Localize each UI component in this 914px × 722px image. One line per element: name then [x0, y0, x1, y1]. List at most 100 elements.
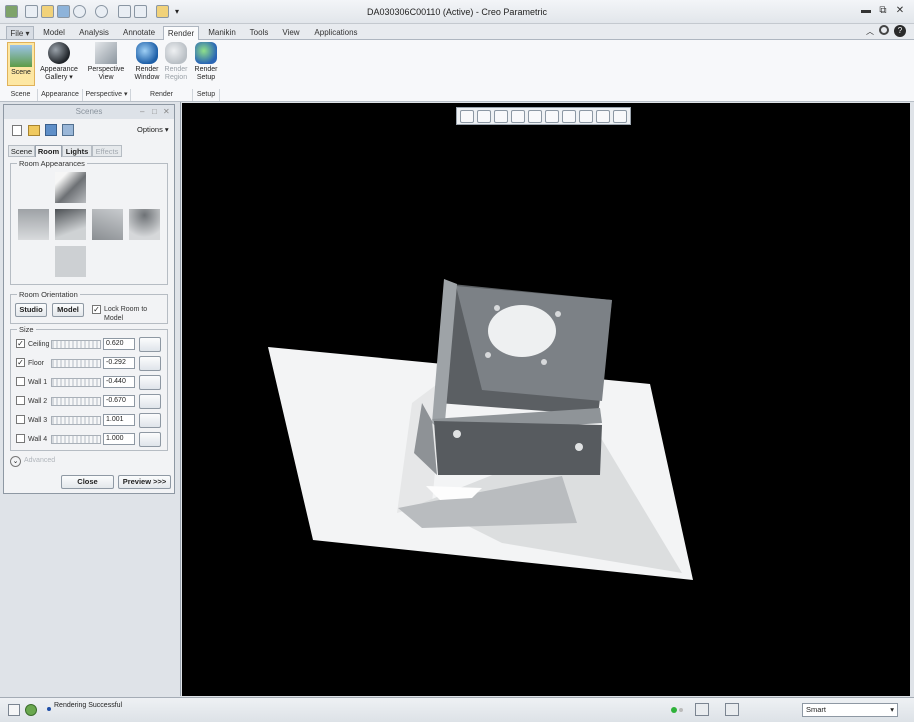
group-scene: Scene: [10, 91, 31, 98]
tab-annotate[interactable]: Annotate: [118, 26, 160, 40]
zoom-in-icon[interactable]: [477, 110, 491, 123]
wall3-slider[interactable]: [51, 416, 101, 425]
model-button[interactable]: Model: [52, 303, 84, 317]
perspective-icon: [95, 42, 117, 64]
ceiling-pick-button[interactable]: [139, 337, 161, 352]
help-icon[interactable]: ?: [894, 25, 906, 37]
advanced-label: Advanced: [24, 457, 56, 464]
wall1-value[interactable]: -0.440: [103, 376, 135, 388]
appearance-gallery-button[interactable]: Appearance Gallery ▾: [38, 42, 80, 82]
wall3-pick-button[interactable]: [139, 413, 161, 428]
tab-view[interactable]: View: [277, 26, 305, 40]
dialog-close-icon[interactable]: ✕: [163, 107, 170, 116]
wall2-slider[interactable]: [51, 397, 101, 406]
tab-render[interactable]: Render: [163, 26, 199, 40]
ceiling-value[interactable]: 0.620: [103, 338, 135, 350]
collapse-ribbon-icon[interactable]: ︿: [866, 26, 874, 37]
tab-analysis[interactable]: Analysis: [74, 26, 114, 40]
options-menu[interactable]: Options ▾: [137, 125, 169, 134]
display-style-icon[interactable]: [528, 110, 542, 123]
perspective-toggle-icon[interactable]: [579, 110, 593, 123]
wall-front-appearance-swatch[interactable]: [55, 246, 86, 277]
selection-filter-icon[interactable]: [725, 703, 739, 716]
refit-icon[interactable]: [460, 110, 474, 123]
group-setup: Setup: [192, 89, 220, 101]
tab-manikin[interactable]: Manikin: [203, 26, 241, 40]
render-setup-button[interactable]: Render Setup: [193, 42, 219, 82]
wall4-label: Wall 4: [28, 436, 48, 443]
wall-back-appearance-swatch[interactable]: [129, 209, 160, 240]
view-manager-icon[interactable]: [562, 110, 576, 123]
wall2-pick-button[interactable]: [139, 394, 161, 409]
graphics-area[interactable]: [182, 103, 910, 696]
wall3-value[interactable]: 1.001: [103, 414, 135, 426]
wall-right-appearance-swatch[interactable]: [92, 209, 123, 240]
wall4-slider[interactable]: [51, 435, 101, 444]
wall-left-appearance-swatch[interactable]: [18, 209, 49, 240]
floor-pick-button[interactable]: [139, 356, 161, 371]
dialog-maximize-icon[interactable]: □: [152, 107, 157, 116]
ribbon-tabs: File ▾ Model Analysis Annotate Render Ma…: [0, 24, 914, 40]
advanced-expand-icon[interactable]: ⌄: [10, 456, 21, 467]
saved-views-icon[interactable]: [545, 110, 559, 123]
floor-value[interactable]: -0.292: [103, 357, 135, 369]
wall1-slider[interactable]: [51, 378, 101, 387]
chevron-down-icon: ▾: [890, 705, 894, 714]
title-bar: ▾ DA030306C00110 (Active) - Creo Paramet…: [0, 0, 914, 24]
close-dialog-button[interactable]: Close: [61, 475, 114, 489]
studio-button[interactable]: Studio: [15, 303, 47, 317]
room-appearances-group: Room Appearances: [10, 159, 168, 285]
tab-scene[interactable]: Scene: [8, 145, 35, 157]
wall1-pick-button[interactable]: [139, 375, 161, 390]
ceiling-slider[interactable]: [51, 340, 101, 349]
browser-toggle-icon[interactable]: [25, 704, 37, 716]
message-bullet-icon: [47, 707, 51, 711]
repaint-icon[interactable]: [511, 110, 525, 123]
ceiling-checkbox[interactable]: ✓: [16, 339, 25, 348]
window-title: DA030306C00110 (Active) - Creo Parametri…: [367, 7, 547, 17]
wall1-checkbox[interactable]: [16, 377, 25, 386]
tab-applications[interactable]: Applications: [309, 26, 363, 40]
group-appearance[interactable]: Appearance: [37, 89, 82, 101]
filter-value: Smart: [806, 705, 827, 714]
wall2-value[interactable]: -0.670: [103, 395, 135, 407]
annotation-display-icon[interactable]: [613, 110, 627, 123]
scene-button[interactable]: Scene: [7, 42, 35, 86]
tab-file[interactable]: File ▾: [6, 26, 34, 40]
filter-dropdown[interactable]: Smart ▾: [802, 703, 898, 717]
save-scene-icon[interactable]: [45, 124, 57, 136]
navigator-toggle-icon[interactable]: [8, 704, 20, 716]
preview-button[interactable]: Preview >>>: [118, 475, 171, 489]
close-button[interactable]: ✕: [893, 5, 907, 17]
wall2-checkbox[interactable]: [16, 396, 25, 405]
floor-appearance-swatch[interactable]: [55, 209, 86, 240]
tab-model[interactable]: Model: [38, 26, 70, 40]
render-region-button[interactable]: Render Region: [162, 42, 190, 82]
wall4-pick-button[interactable]: [139, 432, 161, 447]
floor-slider[interactable]: [51, 359, 101, 368]
minimize-button[interactable]: ▬: [859, 5, 873, 17]
search-icon[interactable]: [879, 25, 889, 35]
tab-room[interactable]: Room: [35, 145, 62, 157]
wall4-value[interactable]: 1.000: [103, 433, 135, 445]
open-scene-icon[interactable]: [28, 125, 40, 136]
datum-display-icon[interactable]: [596, 110, 610, 123]
zoom-out-icon[interactable]: [494, 110, 508, 123]
perspective-view-button[interactable]: Perspective View: [86, 42, 126, 82]
wall4-checkbox[interactable]: [16, 434, 25, 443]
lock-room-checkbox[interactable]: ✓: [92, 305, 101, 314]
tab-tools[interactable]: Tools: [245, 26, 273, 40]
tab-lights[interactable]: Lights: [62, 145, 92, 157]
group-perspective[interactable]: Perspective ▾: [82, 89, 130, 101]
render-window-button[interactable]: Render Window: [133, 42, 161, 82]
wall3-checkbox[interactable]: [16, 415, 25, 424]
floor-label: Floor: [28, 360, 44, 367]
find-icon[interactable]: [695, 703, 709, 716]
ceiling-appearance-swatch[interactable]: [55, 172, 86, 203]
copy-scene-icon[interactable]: [62, 124, 74, 136]
dialog-minimize-icon[interactable]: ‒: [140, 107, 144, 116]
tab-effects[interactable]: Effects: [92, 145, 122, 157]
floor-checkbox[interactable]: ✓: [16, 358, 25, 367]
new-scene-icon[interactable]: [12, 125, 22, 136]
restore-button[interactable]: ⧉: [876, 5, 890, 17]
